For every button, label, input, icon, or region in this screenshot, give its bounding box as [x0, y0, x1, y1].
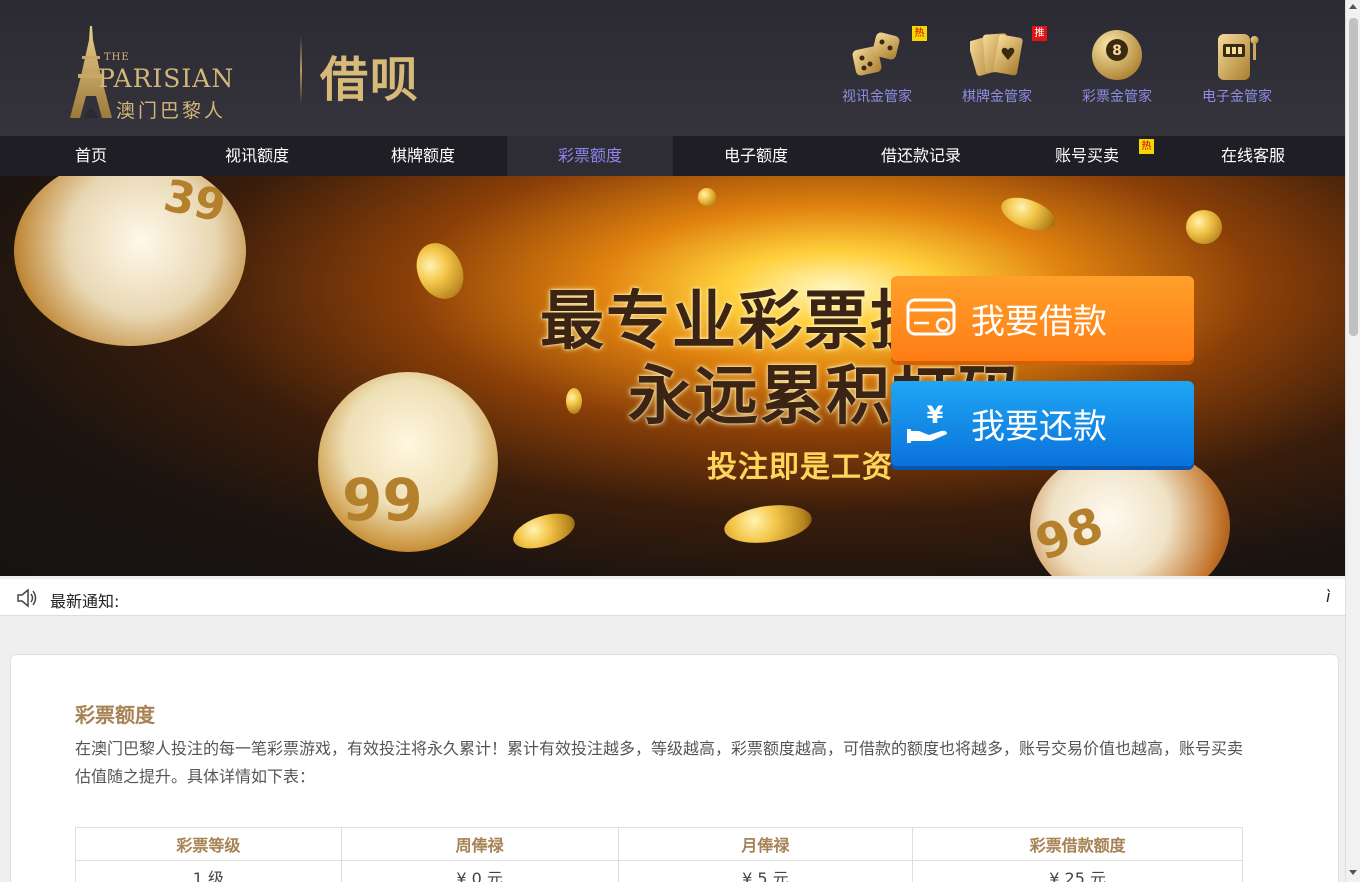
gold-coin — [996, 191, 1060, 237]
brand-title: 借呗 — [320, 52, 421, 108]
live-casino-manager-label: 视讯金管家 — [842, 89, 912, 105]
credit-card-icon — [906, 298, 956, 336]
nav-home[interactable]: 首页 — [8, 136, 174, 176]
dice-icon — [852, 32, 900, 76]
recommend-badge: 推 — [1032, 26, 1047, 41]
nav-card-games-quota[interactable]: 棋牌额度 — [340, 136, 506, 176]
gold-coin — [508, 506, 580, 556]
table-cell: ¥ 25 元 — [912, 860, 1243, 882]
slots-manager-label: 电子金管家 — [1202, 89, 1272, 105]
gold-coin — [721, 500, 815, 548]
svg-text:8: 8 — [1112, 43, 1122, 59]
speaker-icon — [17, 588, 37, 608]
nav-hot-badge: 热 — [1139, 139, 1154, 154]
nav-slots-quota[interactable]: 电子额度 — [673, 136, 839, 176]
lottery-quota-table: 彩票等级 周俸禄 月俸禄 彩票借款额度 1 级 ¥ 0 元 ¥ 5 元 ¥ 25… — [75, 827, 1243, 882]
logo-the: THE — [104, 52, 130, 63]
nav-online-support[interactable]: 在线客服 — [1170, 136, 1336, 176]
main-nav: 首页 视讯额度 棋牌额度 彩票额度 电子额度 借还款记录 账号买卖 热 在线客服 — [0, 136, 1345, 176]
lottery-ball-39: 39 — [14, 176, 246, 346]
section-title: 彩票额度 — [75, 703, 155, 727]
nav-live-casino-quota[interactable]: 视讯额度 — [174, 136, 340, 176]
lottery-manager-label: 彩票金管家 — [1082, 89, 1152, 105]
gold-coin — [407, 235, 473, 307]
slot-machine-icon — [1218, 34, 1259, 80]
table-row: 1 级 ¥ 0 元 ¥ 5 元 ¥ 25 元 — [75, 860, 1243, 882]
lottery-ball-99: 99 — [318, 372, 498, 552]
card-games-manager-label: 棋牌金管家 — [962, 89, 1032, 105]
scroll-down-arrow-icon[interactable] — [1349, 870, 1357, 875]
gold-coin — [1186, 210, 1222, 244]
table-cell: 1 级 — [75, 860, 342, 882]
card-games-manager-link[interactable]: 推 棋牌金管家 — [942, 26, 1052, 108]
notice-label: 最新通知: — [50, 592, 120, 611]
table-header: 彩票借款额度 — [912, 827, 1243, 861]
gold-coin — [698, 188, 716, 206]
lottery-manager-link[interactable]: 8 彩票金管家 — [1062, 28, 1172, 108]
site-header: THE PARISIAN 澳门巴黎人 借呗 热 视讯金管家 推 棋牌金管家 8 … — [0, 0, 1345, 136]
logo-divider — [300, 36, 302, 104]
table-header: 彩票等级 — [75, 827, 342, 861]
table-cell: ¥ 0 元 — [340, 860, 619, 882]
table-header: 月俸禄 — [617, 827, 914, 861]
logo-parisian: PARISIAN — [98, 64, 235, 93]
hand-money-icon: ¥ — [907, 401, 947, 443]
borrow-button-label: 我要借款 — [971, 302, 1107, 342]
borrow-button[interactable]: 我要借款 — [891, 276, 1194, 361]
logo-chinese-name: 澳门巴黎人 — [116, 100, 227, 122]
scrollbar-thumb[interactable] — [1349, 18, 1358, 336]
scroll-up-arrow-icon[interactable] — [1349, 4, 1357, 9]
live-casino-manager-link[interactable]: 热 视讯金管家 — [822, 26, 932, 108]
repay-button-label: 我要还款 — [971, 407, 1107, 447]
hot-badge: 热 — [912, 26, 927, 41]
repay-button[interactable]: ¥ 我要还款 — [891, 381, 1194, 466]
quota-info-card: 彩票额度 在澳门巴黎人投注的每一笔彩票游戏，有效投注将永久累计！累计有效投注越多… — [10, 654, 1339, 882]
slots-manager-link[interactable]: 电子金管家 — [1182, 28, 1292, 108]
gold-coin — [566, 388, 582, 414]
table-header-row: 彩票等级 周俸禄 月俸禄 彩票借款额度 — [75, 827, 1243, 861]
table-cell: ¥ 5 元 — [617, 860, 914, 882]
svg-text:¥: ¥ — [927, 401, 944, 429]
table-header: 周俸禄 — [340, 827, 619, 861]
eight-ball-icon: 8 — [1092, 30, 1142, 80]
banner-ribbon-text: 投注即是工资 — [707, 450, 893, 485]
notice-bar: 最新通知: ì — [0, 579, 1345, 616]
nav-lottery-quota[interactable]: 彩票额度 — [507, 136, 673, 176]
playing-cards-icon — [970, 33, 1023, 76]
nav-loan-records[interactable]: 借还款记录 — [838, 136, 1004, 176]
page-scrollbar[interactable] — [1345, 0, 1360, 882]
notice-scrolling-text: ì — [1326, 587, 1331, 606]
section-description: 在澳门巴黎人投注的每一笔彩票游戏，有效投注将永久累计！累计有效投注越多，等级越高… — [75, 739, 1244, 786]
